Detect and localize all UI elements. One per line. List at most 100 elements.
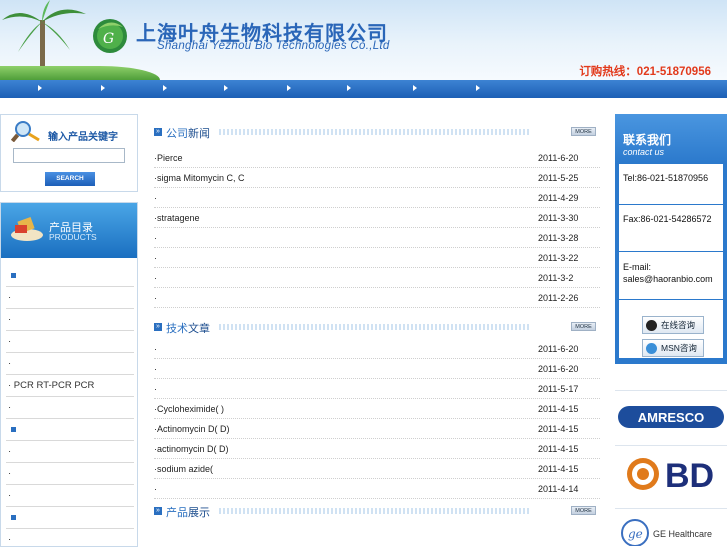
list-item-title[interactable]: · bbox=[154, 233, 157, 243]
svg-text:AMRESCO: AMRESCO bbox=[638, 410, 704, 425]
list-item-date: 2011-4-15 bbox=[538, 444, 579, 454]
list-item[interactable]: ·Pierce 2011-6-20 bbox=[154, 148, 600, 168]
nav-item-4[interactable] bbox=[224, 85, 228, 91]
order-hotline: 订购热线：021-51870956 bbox=[579, 66, 711, 78]
catalog-item[interactable]: · bbox=[6, 485, 134, 507]
catalog-group-1[interactable] bbox=[6, 265, 134, 287]
list-item-title[interactable]: ·Pierce bbox=[154, 153, 183, 163]
list-item[interactable]: ·Cycloheximide( ) 2011-4-15 bbox=[154, 399, 600, 419]
section-arrow-icon: » bbox=[154, 323, 162, 331]
list-item[interactable]: · 2011-4-29 bbox=[154, 188, 600, 208]
list-item-title[interactable]: ·actinomycin D( D) bbox=[154, 444, 229, 454]
catalog-icon bbox=[11, 216, 43, 241]
list-item-title[interactable]: · bbox=[154, 193, 157, 203]
list-item[interactable]: · 2011-4-14 bbox=[154, 479, 600, 499]
contact-fax: Fax:86-021-54286572 bbox=[623, 214, 712, 224]
catalog-item[interactable]: · bbox=[6, 353, 134, 375]
site-header: G 上海叶舟生物科技有限公司 Shanghai Yezhou Bio Techn… bbox=[0, 0, 727, 80]
catalog-item[interactable]: · bbox=[6, 441, 134, 463]
section-stripe bbox=[219, 129, 529, 135]
list-item[interactable]: ·Actinomycin D( D) 2011-4-15 bbox=[154, 419, 600, 439]
list-item-title[interactable]: ·stratagene bbox=[154, 213, 200, 223]
list-item-date: 2011-6-20 bbox=[538, 364, 579, 374]
partner-bd[interactable]: BD bbox=[615, 445, 727, 500]
list-item[interactable]: · 2011-2-26 bbox=[154, 288, 600, 308]
catalog-item[interactable]: · bbox=[6, 529, 134, 551]
contact-header: 联系我们 contact us bbox=[615, 114, 727, 164]
search-panel: 输入产品关键字 SEARCH bbox=[0, 114, 138, 192]
nav-item-6[interactable] bbox=[347, 85, 351, 91]
list-item[interactable]: ·actinomycin D( D) 2011-4-15 bbox=[154, 439, 600, 459]
list-item-date: 2011-2-26 bbox=[538, 293, 579, 303]
products-more-button[interactable]: MORE bbox=[571, 506, 596, 515]
news-more-button[interactable]: MORE bbox=[571, 127, 596, 136]
ge-healthcare-logo: ge GE Healthcare bbox=[621, 519, 712, 547]
search-button[interactable]: SEARCH bbox=[45, 172, 95, 186]
list-item[interactable]: · 2011-5-17 bbox=[154, 379, 600, 399]
list-item[interactable]: · 2011-6-20 bbox=[154, 359, 600, 379]
amresco-logo: AMRESCO bbox=[618, 406, 724, 428]
square-bullet-icon bbox=[11, 515, 16, 520]
msn-consult-button[interactable]: MSN咨询 bbox=[642, 339, 704, 357]
contact-email[interactable]: E-mail: sales@haoranbio.com bbox=[623, 261, 723, 285]
list-item[interactable]: ·sodium azide( 2011-4-15 bbox=[154, 459, 600, 479]
list-item-title[interactable]: · bbox=[154, 253, 157, 263]
section-arrow-icon: » bbox=[154, 128, 162, 136]
list-item[interactable]: · 2011-3-2 bbox=[154, 268, 600, 288]
list-item-title[interactable]: · bbox=[154, 484, 157, 494]
list-item-date: 2011-3-30 bbox=[538, 213, 579, 223]
list-item-title[interactable]: · bbox=[154, 344, 157, 354]
contact-body: Tel:86-021-51870956 Fax:86-021-54286572 … bbox=[619, 164, 723, 358]
catalog-item-pcr[interactable]: · PCR RT-PCR PCR bbox=[6, 375, 134, 397]
list-item-title[interactable]: · bbox=[154, 384, 157, 394]
catalog-item[interactable]: · bbox=[6, 309, 134, 331]
nav-item-3[interactable] bbox=[163, 85, 167, 91]
list-item-title[interactable]: ·sodium azide( bbox=[154, 464, 213, 474]
list-item-date: 2011-4-15 bbox=[538, 404, 579, 414]
products-section-header: » 产品展示 MORE bbox=[154, 504, 600, 519]
articles-section-header: » 技术文章 MORE bbox=[154, 320, 600, 335]
news-section-title: 公司新闻 bbox=[166, 128, 210, 140]
magnifier-icon bbox=[11, 121, 40, 142]
list-item-date: 2011-4-15 bbox=[538, 464, 579, 474]
list-item[interactable]: ·sigma Mitomycin C, C 2011-5-25 bbox=[154, 168, 600, 188]
list-item[interactable]: · 2011-6-20 bbox=[154, 339, 600, 359]
list-item-date: 2011-4-14 bbox=[538, 484, 579, 494]
nav-item-5[interactable] bbox=[287, 85, 291, 91]
svg-text:GE Healthcare: GE Healthcare bbox=[653, 529, 712, 539]
online-consult-button[interactable]: 在线咨询 bbox=[642, 316, 704, 334]
list-item-title[interactable]: ·sigma Mitomycin C, C bbox=[154, 173, 245, 183]
company-logo[interactable]: G bbox=[90, 15, 130, 55]
catalog-item[interactable]: · bbox=[6, 463, 134, 485]
list-item-date: 2011-5-17 bbox=[538, 384, 579, 394]
partner-amresco[interactable]: AMRESCO bbox=[615, 390, 727, 440]
nav-item-8[interactable] bbox=[476, 85, 480, 91]
search-input[interactable] bbox=[13, 148, 125, 163]
list-item-title[interactable]: · bbox=[154, 273, 157, 283]
list-item-title[interactable]: ·Cycloheximide( ) bbox=[154, 404, 224, 414]
catalog-group-3[interactable] bbox=[6, 507, 134, 529]
nav-item-1[interactable] bbox=[38, 85, 42, 91]
list-item-date: 2011-4-29 bbox=[538, 193, 579, 203]
list-item-date: 2011-3-22 bbox=[538, 253, 579, 263]
list-item-title[interactable]: · bbox=[154, 364, 157, 374]
list-item-date: 2011-6-20 bbox=[538, 153, 579, 163]
square-bullet-icon bbox=[11, 427, 16, 432]
list-item[interactable]: · 2011-3-22 bbox=[154, 248, 600, 268]
svg-text:BD: BD bbox=[665, 457, 714, 495]
catalog-item[interactable]: · bbox=[6, 397, 134, 419]
partner-ge[interactable]: ge GE Healthcare bbox=[615, 508, 727, 547]
list-item-title[interactable]: ·Actinomycin D( D) bbox=[154, 424, 230, 434]
section-stripe bbox=[219, 508, 529, 514]
catalog-item[interactable]: · bbox=[6, 287, 134, 309]
catalog-group-2[interactable] bbox=[6, 419, 134, 441]
nav-item-7[interactable] bbox=[413, 85, 417, 91]
articles-more-button[interactable]: MORE bbox=[571, 322, 596, 331]
list-item[interactable]: · 2011-3-28 bbox=[154, 228, 600, 248]
product-catalog: 产品目录 PRODUCTS · · · · · PCR RT-PCR PCR ·… bbox=[0, 202, 138, 547]
contact-panel: 联系我们 contact us Tel:86-021-51870956 Fax:… bbox=[615, 114, 727, 364]
catalog-item[interactable]: · bbox=[6, 331, 134, 353]
nav-item-2[interactable] bbox=[101, 85, 105, 91]
list-item[interactable]: ·stratagene 2011-3-30 bbox=[154, 208, 600, 228]
list-item-title[interactable]: · bbox=[154, 293, 157, 303]
